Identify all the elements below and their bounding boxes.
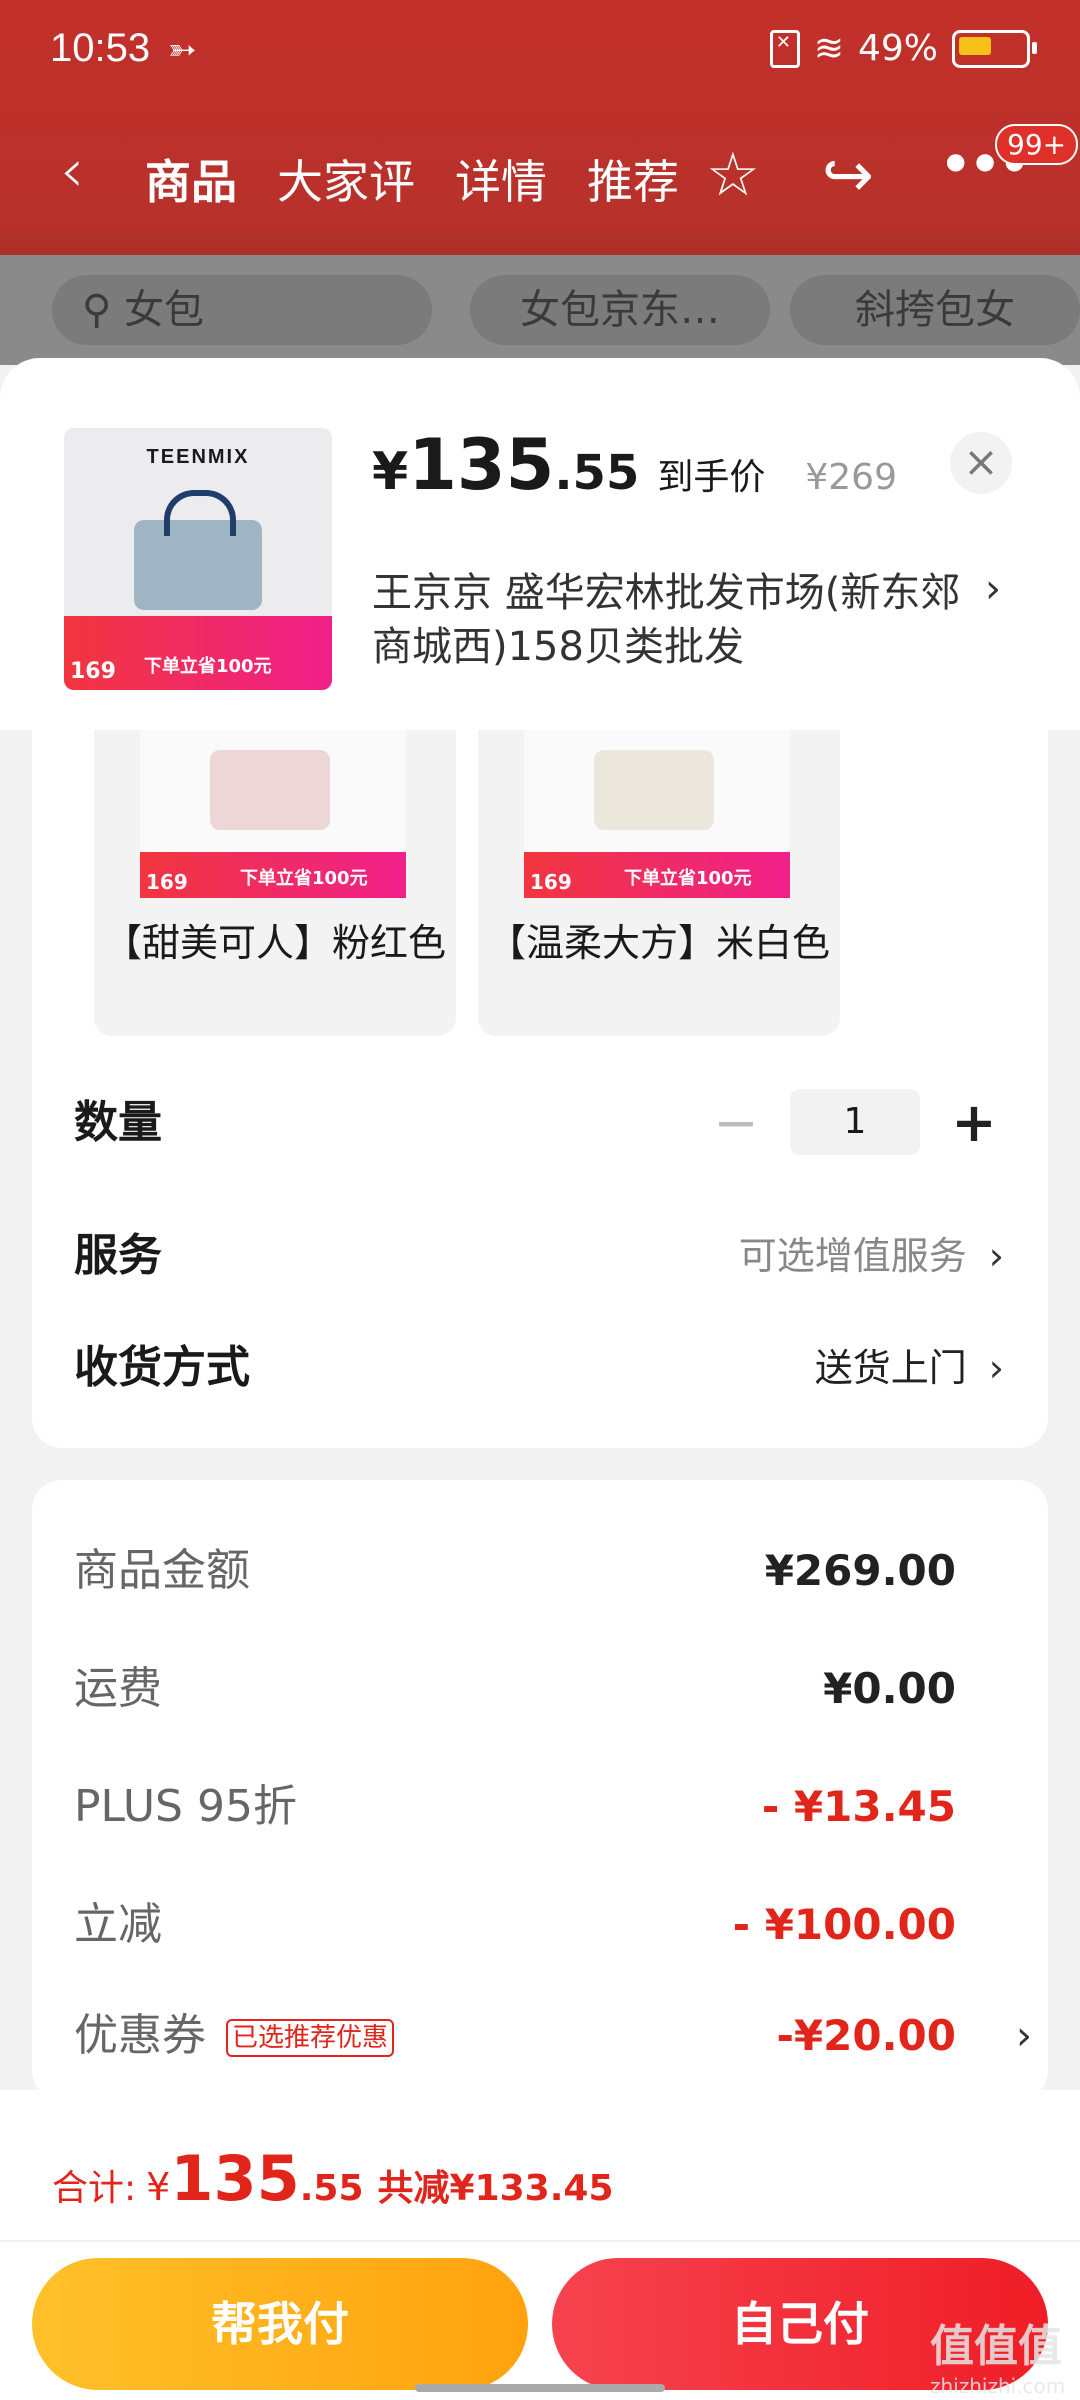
service-value: 可选增值服务 › [739, 1216, 1004, 1296]
fee-label: 立减 [74, 1899, 162, 1950]
promo-price: 169 [530, 870, 572, 894]
product-navbar: ‹ 商品 大家评 详情 推荐 ☆ ↪ ••• 99+ [0, 124, 1080, 230]
coupon-label: 优惠券 [74, 2010, 206, 2061]
price-decimal: .55 [554, 445, 640, 501]
color-option-label: 【温柔大方】米白色 [487, 921, 830, 965]
notification-icon: ➳ [168, 30, 197, 70]
delivery-label: 收货方式 [74, 1342, 250, 1393]
fee-value: - ¥13.45 [761, 1782, 956, 1831]
fee-value: - ¥100.00 [732, 1900, 956, 1949]
quantity-stepper: − 1 + [706, 1089, 1004, 1155]
price-row: ¥ 135 .55 到手价 ¥269 [372, 424, 897, 506]
tab-details[interactable]: 详情 [455, 146, 547, 212]
fee-row: 立减 - ¥100.00 [74, 1890, 956, 1960]
color-option-label: 【甜美可人】粉红色 [103, 921, 446, 965]
checkout-footer: 合计: ¥ 135 .55 共减¥133.45 帮我付 自己付 [0, 2090, 1080, 2400]
color-option[interactable]: 169 下单立省100元 【温柔大方】米白色 [478, 730, 840, 1036]
fee-row: PLUS 95折 - ¥13.45 [74, 1772, 956, 1842]
original-price: ¥269 [805, 457, 897, 498]
coupon-row[interactable]: 优惠券 已选推荐优惠 -¥20.00 [74, 2001, 956, 2071]
promo-text: 下单立省100元 [240, 868, 368, 889]
fee-value: ¥269.00 [764, 1546, 956, 1595]
quantity-row: 数量 − 1 + [74, 1083, 1004, 1163]
watermark-url: zhizhizhi.com [930, 2374, 1066, 2398]
quantity-label: 数量 [74, 1097, 162, 1148]
promo-text: 下单立省100元 [144, 656, 272, 677]
promo-price: 169 [70, 659, 116, 684]
help-me-pay-button[interactable]: 帮我付 [32, 2258, 528, 2390]
product-thumbnail: TEENMIX 169 下单立省100元 [64, 428, 332, 690]
service-value-text: 可选增值服务 [738, 1234, 967, 1278]
status-bar: 10:53 ➳ ≋ 49% [0, 0, 1080, 100]
total-decimal: .55 [299, 2168, 364, 2209]
minus-icon[interactable]: − [706, 1091, 766, 1154]
total-label: 合计: [52, 2168, 137, 2209]
search-icon: ⚲ [82, 287, 112, 333]
search-chip[interactable]: 斜挎包女 [790, 275, 1080, 345]
fee-label: 运费 [74, 1663, 162, 1714]
price-integer: 135 [408, 424, 555, 506]
fee-row: 商品金额 ¥269.00 [74, 1536, 956, 1606]
status-time: 10:53 [50, 26, 151, 70]
promo-text: 下单立省100元 [624, 868, 752, 889]
promo-price: 169 [146, 870, 188, 894]
total-price: 合计: ¥ 135 .55 共减¥133.45 [52, 2142, 614, 2215]
favorite-star-icon[interactable]: ☆ [706, 140, 760, 210]
chevron-right-icon: › [988, 1234, 1004, 1278]
watermark-logo: 值值值 zhizhizhi.com [930, 2310, 1065, 2398]
chevron-right-icon[interactable]: › [1016, 2001, 1032, 2071]
plus-icon[interactable]: + [944, 1091, 1004, 1154]
fee-value: ¥0.00 [823, 1664, 956, 1713]
total-currency: ¥ [146, 2165, 171, 2209]
color-option-image: 169 下单立省100元 [524, 730, 790, 898]
message-badge: 99+ [995, 124, 1079, 165]
search-query: 女包 [124, 287, 205, 333]
fee-label: PLUS 95折 [74, 1781, 297, 1832]
chevron-right-icon[interactable]: › [985, 566, 1001, 612]
total-saving: 共减¥133.45 [377, 2168, 614, 2209]
wifi-icon: ≋ [813, 28, 844, 69]
brand-logo: TEENMIX [146, 446, 250, 468]
bag-image [594, 750, 714, 830]
promo-banner: 169 下单立省100元 [140, 852, 406, 898]
search-chip[interactable]: 女包京东… [470, 275, 770, 345]
share-icon[interactable]: ↪ [822, 138, 874, 211]
close-icon: × [963, 437, 999, 486]
watermark-text: 值值值 [930, 2321, 1062, 2372]
tab-recommend[interactable]: 推荐 [587, 146, 679, 212]
delivery-address[interactable]: 王京京 盛华宏林批发市场(新东郊商城西)158贝类批发 [372, 566, 982, 674]
color-option-image: 169 下单立省100元 [140, 730, 406, 898]
delivery-row[interactable]: 收货方式 送货上门 › [74, 1328, 1004, 1408]
chevron-right-icon: › [988, 1346, 1004, 1390]
color-option[interactable]: 169 下单立省100元 【甜美可人】粉红色 [94, 730, 456, 1036]
coupon-tag: 已选推荐优惠 [226, 2019, 395, 2057]
delivery-value-text: 送货上门 [814, 1346, 967, 1390]
price-tag: 到手价 [657, 457, 766, 498]
tab-reviews[interactable]: 大家评 [277, 146, 415, 212]
fee-label: 商品金额 [74, 1545, 250, 1596]
delivery-value: 送货上门 › [815, 1328, 1004, 1408]
divider [0, 2240, 1080, 2242]
tab-product[interactable]: 商品 [145, 146, 237, 212]
search-input[interactable]: ⚲ 女包 [52, 275, 432, 345]
quantity-input[interactable]: 1 [790, 1089, 920, 1155]
service-row[interactable]: 服务 可选增值服务 › [74, 1216, 1004, 1296]
bag-image [134, 490, 262, 610]
promo-banner: 169 下单立省100元 [64, 616, 332, 690]
home-indicator[interactable] [415, 2384, 665, 2392]
fee-row: 运费 ¥0.00 [74, 1654, 956, 1724]
fee-label: 优惠券 已选推荐优惠 [74, 2001, 395, 2071]
no-sim-icon [769, 29, 800, 68]
promo-banner: 169 下单立省100元 [524, 852, 790, 898]
total-integer: 135 [170, 2142, 300, 2215]
fee-value: -¥20.00 [776, 2011, 956, 2060]
close-button[interactable]: × [950, 432, 1012, 494]
bag-image [210, 750, 330, 830]
battery-icon [952, 29, 1037, 68]
back-icon[interactable]: ‹ [60, 136, 84, 206]
price-currency: ¥ [372, 442, 409, 502]
service-label: 服务 [74, 1230, 162, 1281]
battery-percent: 49% [857, 28, 938, 69]
search-area-bg: ⚲ 女包 女包京东… 斜挎包女 [0, 255, 1080, 365]
